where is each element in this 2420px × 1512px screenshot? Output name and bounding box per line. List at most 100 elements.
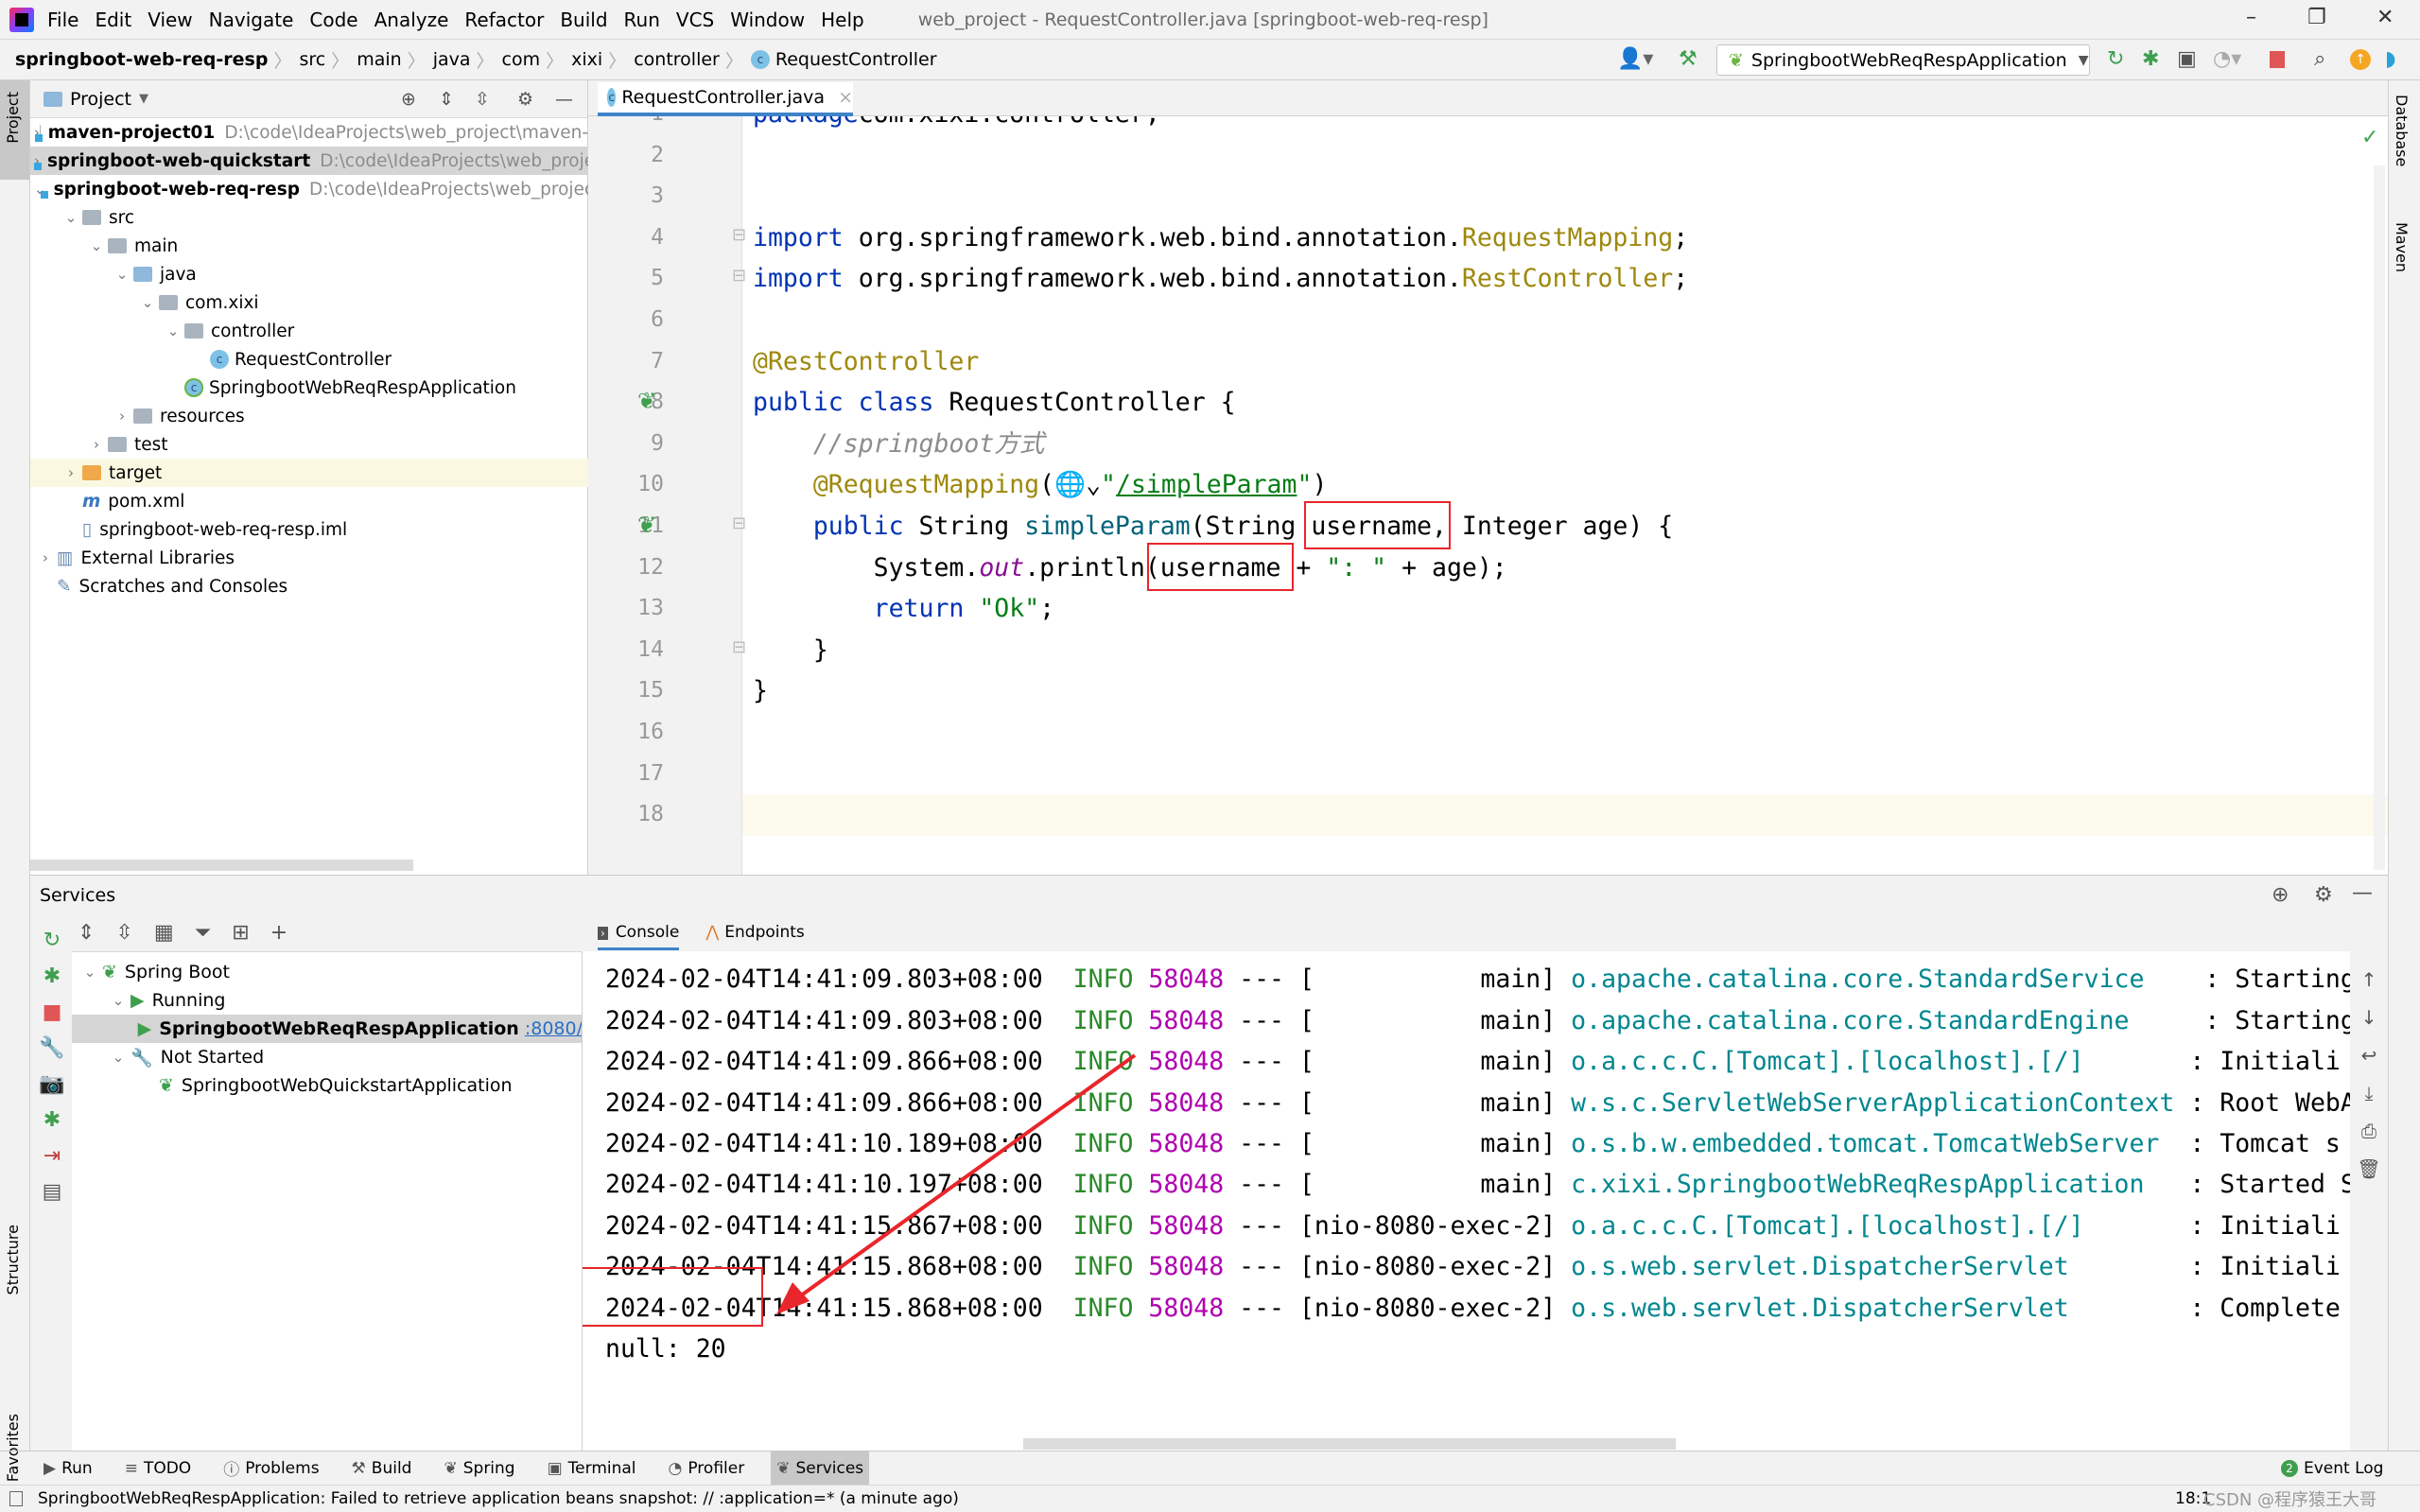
tool-tab-build[interactable]: ⚒ Build	[346, 1451, 418, 1486]
chevron-icon[interactable]: ⌄	[106, 1049, 131, 1066]
tool-tab-profiler[interactable]: ◔ Profiler	[663, 1451, 751, 1486]
tree-item[interactable]: m pom.xml	[30, 487, 588, 515]
code-line[interactable]: public class RequestController {	[753, 382, 1236, 424]
collapse-all-icon[interactable]: ⇳	[475, 89, 490, 110]
debug-icon[interactable]: ✱	[38, 959, 66, 995]
tree-item[interactable]: c SpringbootWebReqRespApplication	[30, 374, 588, 402]
update-icon[interactable]: ↑	[2350, 49, 2371, 70]
fold-icon[interactable]: ⊟	[732, 637, 746, 657]
profiler-icon[interactable]: ◔▾	[2213, 47, 2241, 71]
menu-navigate[interactable]: Navigate	[209, 9, 294, 31]
tool-tab-todo[interactable]: ≡ TODO	[119, 1451, 198, 1486]
expand-all-icon[interactable]: ⇕	[78, 921, 95, 945]
tree-item[interactable]: ⌄ java	[30, 260, 588, 288]
chevron-icon[interactable]: ⌄	[136, 294, 159, 311]
menu-run[interactable]: Run	[624, 9, 660, 31]
structure-tool-tab[interactable]: Structure	[4, 1225, 22, 1295]
tool-tab-run[interactable]: ▶ Run	[38, 1451, 98, 1486]
event-log-button[interactable]: 2 Event Log	[2281, 1459, 2383, 1478]
chevron-icon[interactable]: ›	[60, 464, 82, 481]
tree-item[interactable]: ▯ springboot-web-req-resp.iml	[30, 515, 588, 544]
debug-icon[interactable]: ✱	[2142, 47, 2159, 71]
close-button[interactable]: ✕	[2376, 6, 2394, 29]
breadcrumb-item[interactable]: controller	[634, 49, 720, 70]
tool-tab-spring[interactable]: ❦ Spring	[438, 1451, 520, 1486]
code-line[interactable]: //springboot方式	[753, 424, 1044, 465]
service-item[interactable]: ⌄ 🔧 Not Started	[72, 1043, 583, 1071]
tool-tab-services[interactable]: ❦ Services	[771, 1451, 870, 1486]
chevron-icon[interactable]: ›	[111, 408, 133, 425]
tree-item[interactable]: › ▥ External Libraries	[30, 544, 588, 572]
maven-tool-tab[interactable]: Maven	[2393, 222, 2411, 272]
breadcrumb-item[interactable]: xixi	[571, 49, 602, 70]
console-output[interactable]: 2024-02-04T14:41:09.795+08:00 INFO 58048…	[582, 951, 2350, 1451]
code-line[interactable]: @RestController	[753, 341, 979, 383]
tree-item[interactable]: ⌄ src	[30, 203, 588, 232]
tree-item[interactable]: ⌄ controller	[30, 317, 588, 345]
tab-endpoints[interactable]: ⋀ Endpoints	[705, 923, 804, 950]
breadcrumb-item[interactable]: RequestController	[775, 49, 937, 70]
rerun-icon[interactable]: ↻	[2107, 47, 2124, 71]
service-item[interactable]: ⌄ ❦ Spring Boot	[72, 958, 583, 986]
gear-icon[interactable]: ⚙	[517, 89, 533, 110]
code-line[interactable]: @RequestMapping(🌐⌄"/simpleParam")	[753, 464, 1328, 506]
print-icon[interactable]: ⎙	[2350, 1112, 2388, 1150]
breadcrumb-item[interactable]: com	[502, 49, 541, 70]
tree-item[interactable]: ⌄ com.xixi	[30, 288, 588, 317]
arrow-down-icon[interactable]: ↓	[2350, 999, 2388, 1036]
tree-item[interactable]: › springboot-web-quickstart D:\code\IdeaPr…	[30, 147, 588, 175]
menu-edit[interactable]: Edit	[95, 9, 131, 31]
scroll-to-end-icon[interactable]: ⤓	[2350, 1074, 2388, 1112]
collapse-all-icon[interactable]: ⇳	[115, 921, 132, 945]
chevron-icon[interactable]: ›	[34, 549, 57, 566]
code-editor[interactable]: 123456789101112131415161718 packagecom.x…	[588, 80, 2388, 875]
stop-icon[interactable]: ■	[38, 995, 66, 1031]
menu-analyze[interactable]: Analyze	[374, 9, 449, 31]
menu-help[interactable]: Help	[821, 9, 864, 31]
menu-code[interactable]: Code	[309, 9, 357, 31]
rerun-icon[interactable]: ↻	[38, 923, 66, 959]
tree-item[interactable]: c RequestController	[30, 345, 588, 374]
service-item[interactable]: ▶ SpringbootWebReqRespApplication:8080/	[72, 1015, 583, 1043]
trash-icon[interactable]: 🗑	[2350, 1150, 2388, 1188]
horizontal-scrollbar[interactable]	[1023, 1438, 1676, 1450]
code-line[interactable]: import org.springframework.web.bind.anno…	[753, 217, 1688, 259]
vertical-scrollbar[interactable]	[2374, 165, 2385, 870]
arrow-up-icon[interactable]: ↑	[2350, 961, 2388, 999]
build-hammer-icon[interactable]: ⚒	[1679, 47, 1697, 71]
chevron-icon[interactable]: ⌄	[60, 209, 82, 226]
chevron-icon[interactable]: ⌄	[85, 237, 108, 254]
code-line[interactable]: }	[753, 670, 768, 712]
code-line[interactable]: }	[753, 630, 828, 671]
menu-view[interactable]: View	[148, 9, 192, 31]
run-configuration-select[interactable]: ❦ SpringbootWebReqRespApplication ▼	[1716, 44, 2090, 76]
breadcrumb-item[interactable]: springboot-web-req-resp	[15, 49, 268, 70]
code-with-me-icon[interactable]: ◗	[2385, 47, 2396, 71]
search-icon[interactable]: ⌕	[2314, 47, 2325, 71]
fold-icon[interactable]: ⊟	[732, 513, 746, 533]
code-line[interactable]: return "Ok";	[753, 588, 1055, 630]
tree-item[interactable]: › resources	[30, 402, 588, 430]
chevron-icon[interactable]: ⌄	[106, 992, 131, 1009]
menu-build[interactable]: Build	[560, 9, 607, 31]
debug-attach-icon[interactable]: ✱	[38, 1103, 66, 1138]
tool-tab-problems[interactable]: ⓘ Problems	[218, 1451, 324, 1486]
code-line[interactable]: System.out.println(username + ": " + age…	[753, 547, 1507, 589]
chevron-icon[interactable]: ›	[85, 436, 108, 453]
service-item[interactable]: ❦ SpringbootWebQuickstartApplication	[72, 1071, 583, 1100]
group-by-icon[interactable]: ▦	[154, 921, 174, 945]
breadcrumb-item[interactable]: java	[433, 49, 471, 70]
hide-icon[interactable]: —	[2352, 881, 2373, 905]
project-view-select[interactable]: Project	[70, 89, 131, 110]
menu-file[interactable]: File	[47, 9, 78, 31]
run-gutter-icon[interactable]: ❦	[637, 512, 656, 538]
soft-wrap-icon[interactable]: ↩	[2350, 1036, 2388, 1074]
tree-item[interactable]: › test	[30, 430, 588, 459]
run-gutter-icon[interactable]: ❦	[637, 388, 656, 414]
minimize-button[interactable]: –	[2246, 6, 2256, 29]
horizontal-scrollbar[interactable]	[30, 860, 413, 871]
status-message[interactable]: SpringbootWebReqRespApplication: Failed …	[38, 1489, 959, 1508]
service-port-link[interactable]: :8080/	[525, 1018, 583, 1039]
database-tool-tab[interactable]: Database	[2393, 95, 2411, 166]
add-service-icon[interactable]: +	[270, 921, 287, 945]
